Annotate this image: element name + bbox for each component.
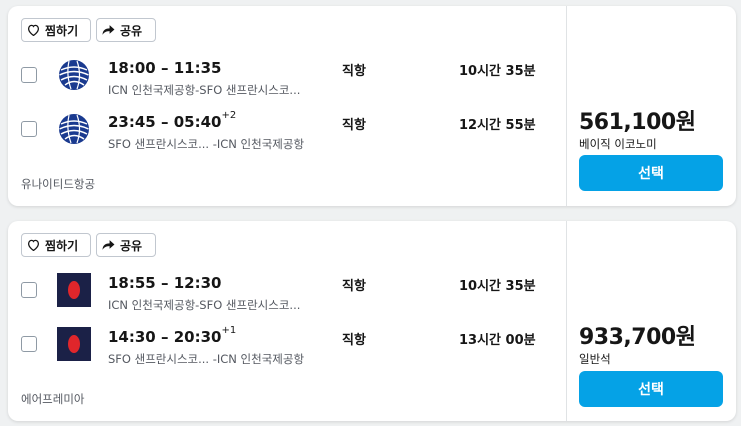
leg-times: 23:45 – 05:40+2	[108, 110, 237, 131]
leg-stops: 직항	[342, 279, 366, 294]
fare-class: 베이직 이코노미	[579, 137, 657, 151]
leg-stops: 직항	[342, 64, 366, 79]
select-button[interactable]: 선택	[579, 371, 723, 407]
leg-checkbox[interactable]	[21, 121, 37, 137]
save-label: 찜하기	[45, 23, 79, 38]
leg-duration: 10시간 35분	[459, 279, 536, 294]
leg-route: ICN 인천국제공항-SFO 샌프란시스코...	[108, 83, 301, 97]
price-divider	[566, 6, 567, 206]
leg-times: 18:55 – 12:30	[108, 274, 222, 292]
share-arrow-icon	[102, 240, 115, 250]
share-arrow-icon	[102, 25, 115, 35]
share-button[interactable]: 공유	[96, 18, 156, 42]
save-button[interactable]: 찜하기	[21, 233, 91, 257]
leg-stops: 직항	[342, 333, 366, 348]
price-divider	[566, 221, 567, 421]
air-premia-icon	[57, 273, 91, 307]
leg-stops: 직항	[342, 118, 366, 133]
share-label: 공유	[120, 23, 143, 38]
save-label: 찜하기	[45, 238, 79, 253]
leg-times: 14:30 – 20:30+1	[108, 325, 237, 346]
air-premia-icon	[57, 327, 91, 361]
day-offset: +2	[221, 110, 237, 121]
save-button[interactable]: 찜하기	[21, 18, 91, 42]
leg-checkbox[interactable]	[21, 282, 37, 298]
price: 933,700원	[579, 325, 696, 350]
united-globe-icon	[57, 58, 91, 92]
united-globe-icon	[57, 112, 91, 146]
leg-checkbox[interactable]	[21, 336, 37, 352]
leg-duration: 10시간 35분	[459, 64, 536, 79]
price: 561,100원	[579, 110, 696, 135]
leg-route: SFO 샌프란시스코... -ICN 인천국제공항	[108, 137, 305, 151]
airline-name: 에어프레미아	[21, 392, 85, 406]
day-offset: +1	[221, 325, 237, 336]
fare-class: 일반석	[579, 352, 611, 366]
leg-route: ICN 인천국제공항-SFO 샌프란시스코...	[108, 298, 301, 312]
leg-duration: 12시간 55분	[459, 118, 536, 133]
select-button[interactable]: 선택	[579, 155, 723, 191]
heart-icon	[27, 239, 40, 251]
flight-result-card[interactable]: 찜하기 공유 18:55 – 12:30 ICN 인천국제공항-SFO 샌프란시…	[8, 221, 736, 421]
leg-checkbox[interactable]	[21, 67, 37, 83]
leg-times: 18:00 – 11:35	[108, 59, 222, 77]
share-button[interactable]: 공유	[96, 233, 156, 257]
share-label: 공유	[120, 238, 143, 253]
leg-duration: 13시간 00분	[459, 333, 536, 348]
heart-icon	[27, 24, 40, 36]
flight-result-card[interactable]: 찜하기 공유 18:00 – 11:35 ICN 인천국제공항-SFO 샌프란시…	[8, 6, 736, 206]
airline-name: 유나이티드항공	[21, 177, 96, 191]
leg-route: SFO 샌프란시스코... -ICN 인천국제공항	[108, 352, 305, 366]
